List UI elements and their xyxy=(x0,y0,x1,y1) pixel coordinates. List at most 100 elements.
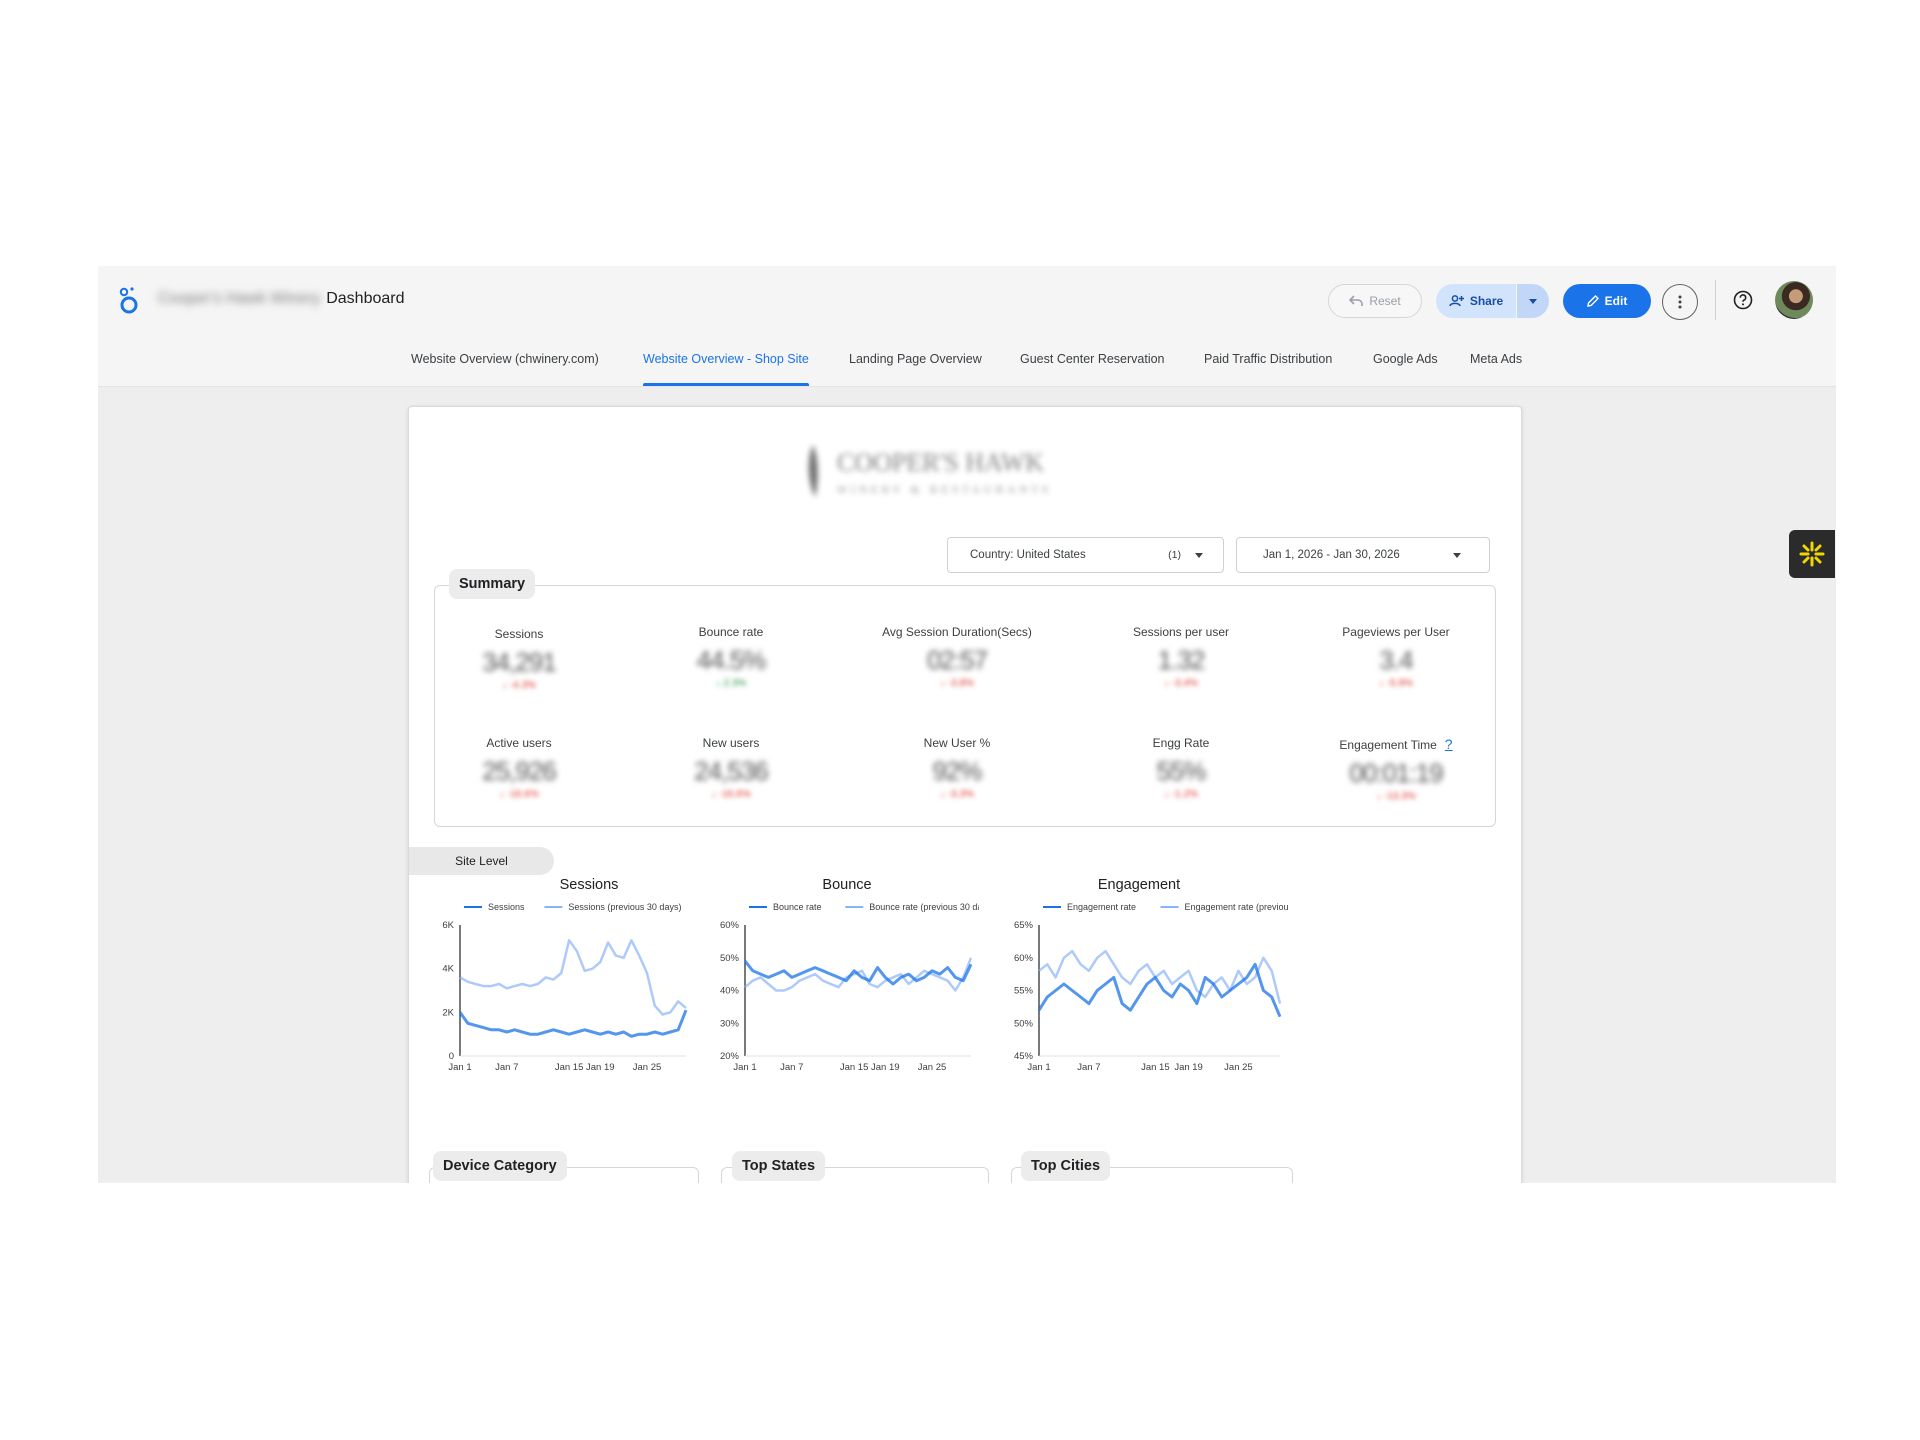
kpi-sessions-per-user[interactable]: Sessions per user 1.32 ↓ -3.4% xyxy=(1096,625,1266,689)
kpi-engagement-rate[interactable]: Engg Rate 55% ↓ -1.2% xyxy=(1096,736,1266,800)
kpi-avg-session-duration[interactable]: Avg Session Duration(Secs) 02:57 ↓ -3.8% xyxy=(847,625,1067,689)
series-line-current[interactable] xyxy=(458,1009,688,1038)
toolbar-divider xyxy=(1715,280,1716,320)
caret-down-icon xyxy=(1453,552,1461,558)
legend-item[interactable]: Bounce rate xyxy=(749,902,822,912)
x-tick-label: Jan 25 xyxy=(1224,1062,1253,1073)
tab-paid-traffic-distribution[interactable]: Paid Traffic Distribution xyxy=(1204,332,1332,386)
x-tick-label: Jan 7 xyxy=(495,1062,518,1073)
kpi-label-text: Engagement Time xyxy=(1339,738,1437,752)
x-tick-label: Jan 19 xyxy=(1174,1062,1203,1073)
tab-guest-center-reservation[interactable]: Guest Center Reservation xyxy=(1020,332,1165,386)
kpi-label: Bounce rate xyxy=(698,625,764,639)
add-person-icon xyxy=(1449,295,1464,307)
y-tick-label: 30% xyxy=(720,1018,740,1029)
y-tick-label: 60% xyxy=(720,920,740,931)
kpi-label: Avg Session Duration(Secs) xyxy=(882,625,1032,639)
series-line-current[interactable] xyxy=(743,960,973,986)
y-tick-label: 45% xyxy=(1014,1051,1034,1062)
page-tabs: Website Overview (chwinery.com) Website … xyxy=(98,332,1836,387)
x-tick-label: Jan 1 xyxy=(1027,1062,1050,1073)
legend-label: Sessions (previous 30 days) xyxy=(568,902,681,912)
legend-item[interactable]: Sessions (previous 30 days) xyxy=(544,902,681,912)
kpi-delta: ↓ -1.2% xyxy=(1164,789,1198,800)
legend-item[interactable]: Engagement rate xyxy=(1043,902,1136,912)
kpi-sessions[interactable]: Sessions 34,291 ↓ -4.3% xyxy=(434,627,604,691)
series-line-previous[interactable] xyxy=(1038,949,1282,1004)
tab-website-overview-shop-site[interactable]: Website Overview - Shop Site xyxy=(643,332,809,386)
vertical-dots-icon xyxy=(1678,295,1682,309)
share-dropdown-button[interactable] xyxy=(1517,284,1549,318)
x-tick-label: Jan 15 xyxy=(555,1062,584,1073)
kpi-value: 92% xyxy=(932,756,982,786)
tab-meta-ads[interactable]: Meta Ads xyxy=(1470,332,1522,386)
pencil-icon xyxy=(1586,295,1599,307)
tab-website-overview[interactable]: Website Overview (chwinery.com) xyxy=(411,332,599,386)
y-tick-label: 55% xyxy=(1014,986,1034,997)
x-tick-label: Jan 1 xyxy=(733,1062,756,1073)
avatar[interactable] xyxy=(1775,281,1813,319)
kpi-bounce-rate[interactable]: Bounce rate 44.5% ↓ 2.3% xyxy=(646,625,816,689)
brand-logo: COOPER'S HAWK WINERY & RESTAURANTS xyxy=(808,445,1048,497)
bounce-line-chart[interactable]: Bounce rate Bounce rate (previous 30 days… xyxy=(709,901,979,1086)
tab-landing-page-overview[interactable]: Landing Page Overview xyxy=(849,332,982,386)
assistant-widget-button[interactable] xyxy=(1789,530,1835,578)
top-cities-title: Top Cities xyxy=(1021,1151,1111,1181)
caret-down-icon xyxy=(1195,552,1203,558)
series-line-current[interactable] xyxy=(1037,962,1282,1018)
country-filter-label: Country: United States xyxy=(970,549,1086,561)
kpi-delta: ↓ 2.3% xyxy=(715,678,747,689)
country-filter[interactable]: Country: United States (1) xyxy=(947,537,1224,573)
y-tick-label: 4K xyxy=(442,964,454,975)
kpi-engagement-time[interactable]: Engagement Time? 00:01:19 ↓ -13.3% xyxy=(1311,736,1481,802)
help-link[interactable]: ? xyxy=(1445,736,1453,752)
kpi-value: 44.5% xyxy=(696,645,767,675)
summary-title: Summary xyxy=(449,569,536,599)
kpi-new-users[interactable]: New users 24,536 ↓ -16.6% xyxy=(646,736,816,800)
kpi-pageviews-per-user[interactable]: Pageviews per User 3.4 ↓ -5.9% xyxy=(1311,625,1481,689)
report-name-blurred: Cooper's Hawk Winery xyxy=(158,290,321,307)
y-tick-label: 2K xyxy=(442,1007,454,1018)
reset-label: Reset xyxy=(1369,294,1401,308)
date-range-label: Jan 1, 2026 - Jan 30, 2026 xyxy=(1263,549,1400,561)
x-tick-label: Jan 25 xyxy=(918,1062,947,1073)
date-range-filter[interactable]: Jan 1, 2026 - Jan 30, 2026 xyxy=(1236,537,1490,573)
dashboard-app: Cooper's Hawk Winery Dashboard Reset Sha… xyxy=(98,266,1836,1183)
legend-item[interactable]: Bounce rate (previous 30 days) xyxy=(845,902,979,912)
legend-item[interactable]: Sessions xyxy=(464,902,525,912)
reset-button[interactable]: Reset xyxy=(1328,284,1422,318)
kpi-active-users[interactable]: Active users 25,926 ↓ -16.6% xyxy=(434,736,604,800)
kpi-value: 34,291 xyxy=(482,647,557,677)
share-button[interactable]: Share xyxy=(1436,284,1516,318)
top-bar: Cooper's Hawk Winery Dashboard Reset Sha… xyxy=(98,266,1836,332)
kpi-new-user-percent[interactable]: New User % 92% ↓ -3.3% xyxy=(872,736,1042,800)
y-tick-label: 0 xyxy=(449,1051,454,1062)
report-canvas: COOPER'S HAWK WINERY & RESTAURANTS Count… xyxy=(408,406,1522,1183)
y-tick-label: 60% xyxy=(1014,953,1034,964)
kpi-delta: ↓ -3.3% xyxy=(940,789,974,800)
kpi-label: Engagement Time? xyxy=(1311,736,1481,752)
legend-label: Bounce rate xyxy=(773,902,822,912)
legend-item[interactable]: Engagement rate (previous... xyxy=(1160,902,1289,912)
engagement-line-chart[interactable]: Engagement rate Engagement rate (previous… xyxy=(1003,901,1288,1086)
kpi-label: Engg Rate xyxy=(1152,736,1210,750)
sparkle-icon xyxy=(1799,541,1825,567)
kpi-label: New User % xyxy=(923,736,991,750)
chart-title-engagement: Engagement xyxy=(1097,877,1181,893)
kpi-delta: ↓ -3.4% xyxy=(1164,678,1198,689)
sessions-line-chart[interactable]: Sessions Sessions (previous 30 days) 0 2K 4K… xyxy=(424,901,694,1086)
legend-label: Bounce rate (previous 30 days) xyxy=(869,902,979,912)
help-icon[interactable] xyxy=(1733,290,1753,310)
edit-button[interactable]: Edit xyxy=(1563,284,1651,318)
kpi-label: Pageviews per User xyxy=(1342,625,1450,639)
x-tick-label: Jan 1 xyxy=(448,1062,471,1073)
report-title[interactable]: Cooper's Hawk Winery Dashboard xyxy=(158,290,405,308)
kpi-value: 00:01:19 xyxy=(1349,758,1443,788)
tab-google-ads[interactable]: Google Ads xyxy=(1373,332,1438,386)
x-tick-label: Jan 7 xyxy=(780,1062,803,1073)
more-options-button[interactable] xyxy=(1662,284,1698,320)
looker-studio-logo-icon[interactable] xyxy=(118,286,140,314)
kpi-label: Active users xyxy=(486,736,552,750)
kpi-delta: ↓ -16.6% xyxy=(499,789,539,800)
series-line-previous[interactable] xyxy=(459,939,687,1016)
